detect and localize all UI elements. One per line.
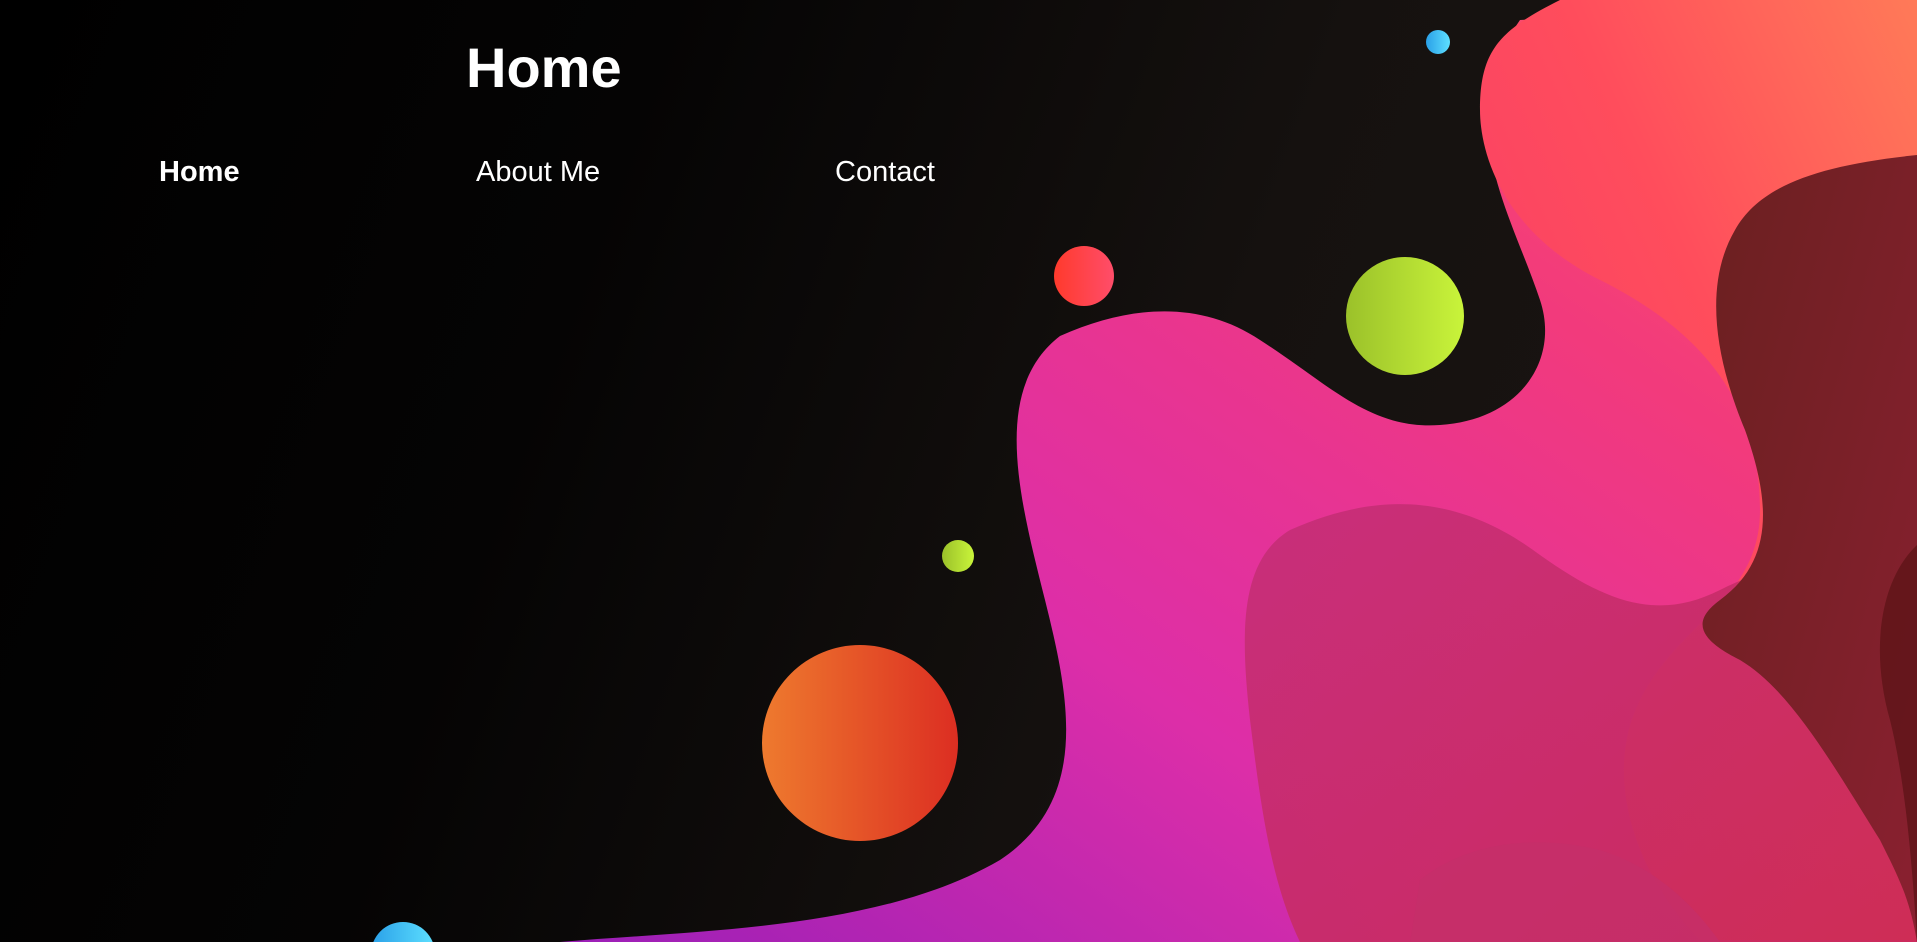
page-background: Home Home About Me Contact [0, 0, 1917, 942]
cyan-orb-bottom [373, 922, 433, 942]
lime-orb-large [1346, 257, 1464, 375]
nav-link-about-me[interactable]: About Me [476, 152, 600, 192]
page-title: Home [466, 36, 622, 99]
nav-link-contact[interactable]: Contact [835, 152, 935, 192]
nav-link-home[interactable]: Home [159, 152, 240, 192]
lime-orb-small [942, 540, 974, 572]
cyan-orb-top [1426, 30, 1450, 54]
red-orb [1054, 246, 1114, 306]
decorative-background-art [373, 0, 1917, 942]
orange-orb [762, 645, 958, 841]
main-navigation: Home About Me Contact [0, 152, 1000, 192]
